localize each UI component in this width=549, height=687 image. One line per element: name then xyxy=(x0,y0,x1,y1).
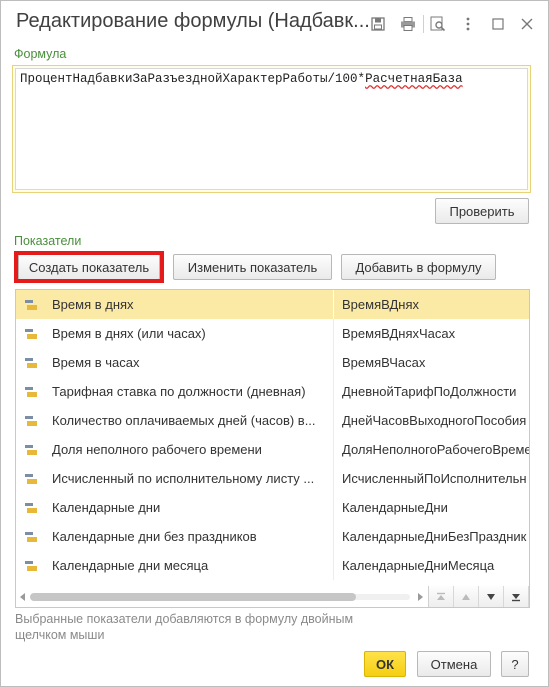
indicator-name: Доля неполного рабочего времени xyxy=(52,442,262,457)
indicator-icon xyxy=(25,416,37,426)
table-row[interactable]: Календарные дни без праздников Календарны… xyxy=(16,522,529,551)
indicator-icon xyxy=(25,474,37,484)
horizontal-scrollbar[interactable] xyxy=(16,587,428,607)
column-divider xyxy=(333,319,334,348)
column-divider xyxy=(333,464,334,493)
scroll-to-top-button[interactable] xyxy=(429,586,454,607)
indicator-name: Календарные дни без праздников xyxy=(52,529,257,544)
table-row[interactable]: Тарифная ставка по должности (дневная) Дн… xyxy=(16,377,529,406)
indicator-id: КалендарныеДни xyxy=(342,500,448,515)
indicator-name: Количество оплачиваемых дней (часов) в..… xyxy=(52,413,316,428)
print-icon[interactable] xyxy=(399,15,417,33)
scroll-to-bottom-button[interactable] xyxy=(504,586,529,607)
column-divider xyxy=(333,348,334,377)
indicator-icon xyxy=(25,561,37,571)
column-divider xyxy=(333,493,334,522)
indicator-id: ДоляНеполногоРабочегоВремен xyxy=(342,442,529,457)
indicator-id: КалендарныеДниБезПраздник xyxy=(342,529,527,544)
toolbar-separator xyxy=(423,15,424,33)
indicator-id: ВремяВЧасах xyxy=(342,355,426,370)
column-divider xyxy=(333,406,334,435)
indicator-icon xyxy=(25,445,37,455)
title-bar: Редактирование формулы (Надбавк... xyxy=(1,1,548,45)
more-icon[interactable] xyxy=(459,15,477,33)
scroll-up-icon xyxy=(462,594,470,600)
hint-text: Выбранные показатели добавляются в форму… xyxy=(15,612,354,642)
scroll-right-icon[interactable] xyxy=(416,592,424,602)
column-divider xyxy=(333,290,334,319)
table-row[interactable]: Доля неполного рабочего времени ДоляНепол… xyxy=(16,435,529,464)
close-icon[interactable] xyxy=(518,15,536,33)
indicator-id: ДневнойТарифПоДолжности xyxy=(342,384,517,399)
table-row[interactable]: Время в днях ВремяВДнях xyxy=(16,290,529,319)
indicator-id: КалендарныеДниМесяца xyxy=(342,558,495,573)
formula-editor[interactable]: ПроцентНадбавкиЗаРазъезднойХарактерРабот… xyxy=(12,65,531,193)
help-button[interactable]: ? xyxy=(501,651,529,677)
scroll-down-icon xyxy=(487,594,495,600)
indicator-icon xyxy=(25,532,37,542)
scroll-top-icon xyxy=(437,592,445,600)
indicator-name: Календарные дни xyxy=(52,500,161,515)
indicator-name: Тарифная ставка по должности (дневная) xyxy=(52,384,306,399)
table-row[interactable]: Количество оплачиваемых дней (часов) в..… xyxy=(16,406,529,435)
scroll-down-button[interactable] xyxy=(479,586,504,607)
indicator-icon xyxy=(25,387,37,397)
column-divider xyxy=(333,522,334,551)
preview-icon[interactable] xyxy=(429,15,447,33)
indicator-name: Время в днях xyxy=(52,297,134,312)
indicator-name: Календарные дни месяца xyxy=(52,558,209,573)
window-title: Редактирование формулы (Надбавк... xyxy=(16,10,370,32)
scroll-thumb[interactable] xyxy=(30,593,356,601)
column-divider xyxy=(333,551,334,580)
table-nav-buttons xyxy=(428,586,529,607)
indicator-id: ВремяВДняхЧасах xyxy=(342,326,456,341)
column-divider xyxy=(333,435,334,464)
indicator-id: ДнейЧасовВыходногоПособия xyxy=(342,413,527,428)
indicator-icon xyxy=(25,503,37,513)
formula-label: Формула xyxy=(14,47,67,61)
indicator-name: Время в днях (или часах) xyxy=(52,326,206,341)
indicators-label: Показатели xyxy=(14,234,82,248)
table-row[interactable]: Исчисленный по исполнительному листу ...… xyxy=(16,464,529,493)
indicator-icon xyxy=(25,329,37,339)
table-row[interactable]: Календарные дни месяца КалендарныеДниМеся… xyxy=(16,551,529,580)
formula-error-term: РасчетнаяБаза xyxy=(365,72,463,86)
formula-text[interactable]: ПроцентНадбавкиЗаРазъезднойХарактерРабот… xyxy=(15,68,528,190)
indicators-table: Время в днях ВремяВДнях Время в днях (или … xyxy=(15,289,530,608)
indicator-name: Время в часах xyxy=(52,355,140,370)
indicator-id: ИсчисленныйПоИсполнительн xyxy=(342,471,527,486)
table-row[interactable]: Время в часах ВремяВЧасах xyxy=(16,348,529,377)
indicator-icon xyxy=(25,358,37,368)
cancel-button[interactable]: Отмена xyxy=(417,651,491,677)
add-to-formula-button[interactable]: Добавить в формулу xyxy=(341,254,496,280)
ok-button[interactable]: ОК xyxy=(364,651,406,677)
scroll-left-icon[interactable] xyxy=(19,592,27,602)
indicator-id: ВремяВДнях xyxy=(342,297,420,312)
formula-edit-dialog: Редактирование формулы (Надбавк... Форму… xyxy=(0,0,549,687)
formula-expression: ПроцентНадбавкиЗаРазъезднойХарактерРабот… xyxy=(20,72,366,86)
table-row[interactable]: Время в днях (или часах) ВремяВДняхЧасах xyxy=(16,319,529,348)
create-indicator-button[interactable]: Создать показатель xyxy=(18,254,160,280)
table-row[interactable]: Календарные дни КалендарныеДни xyxy=(16,493,529,522)
edit-indicator-button[interactable]: Изменить показатель xyxy=(173,254,332,280)
column-divider xyxy=(333,377,334,406)
scroll-up-button[interactable] xyxy=(454,586,479,607)
indicator-name: Исчисленный по исполнительному листу ... xyxy=(52,471,315,486)
indicator-icon xyxy=(25,300,37,310)
scroll-bottom-icon xyxy=(512,594,520,602)
maximize-icon[interactable] xyxy=(489,15,507,33)
check-button[interactable]: Проверить xyxy=(435,198,529,224)
save-icon[interactable] xyxy=(369,15,387,33)
